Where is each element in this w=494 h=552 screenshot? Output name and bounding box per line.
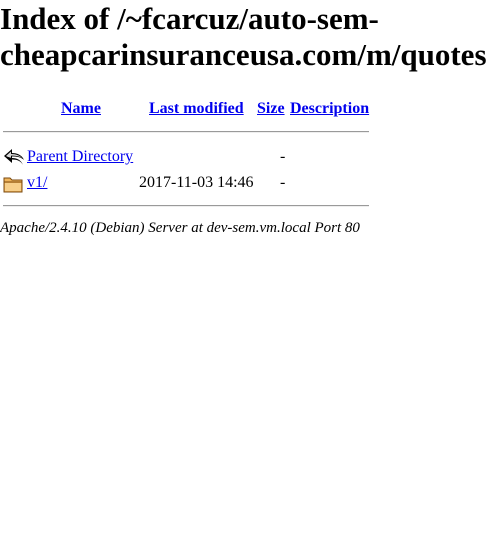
server-signature: Apache/2.4.10 (Debian) Server at dev-sem…	[0, 220, 360, 236]
parent-directory-link[interactable]: Parent Directory	[27, 148, 133, 166]
sort-by-name-link[interactable]: Name	[61, 100, 101, 118]
sort-by-last-modified-link[interactable]: Last modified	[149, 100, 244, 118]
back-arrow-icon	[4, 149, 24, 165]
footer-divider	[3, 205, 369, 207]
header-divider	[3, 131, 369, 133]
size-cell: -	[280, 148, 286, 165]
page-title-line-1: Index of /~fcarcuz/auto-sem-	[0, 1, 379, 36]
page-title: Index of /~fcarcuz/auto-sem- cheapcarins…	[0, 1, 487, 73]
sort-by-size-link[interactable]: Size	[257, 100, 285, 118]
sort-by-description-link[interactable]: Description	[290, 100, 369, 118]
last-modified-cell: 2017-11-03 14:46	[139, 174, 254, 191]
folder-icon	[3, 177, 23, 193]
folder-link-v1[interactable]: v1/	[27, 174, 47, 192]
size-cell: -	[280, 174, 286, 191]
page-title-line-2: cheapcarinsuranceusa.com/m/quotes	[0, 37, 487, 72]
